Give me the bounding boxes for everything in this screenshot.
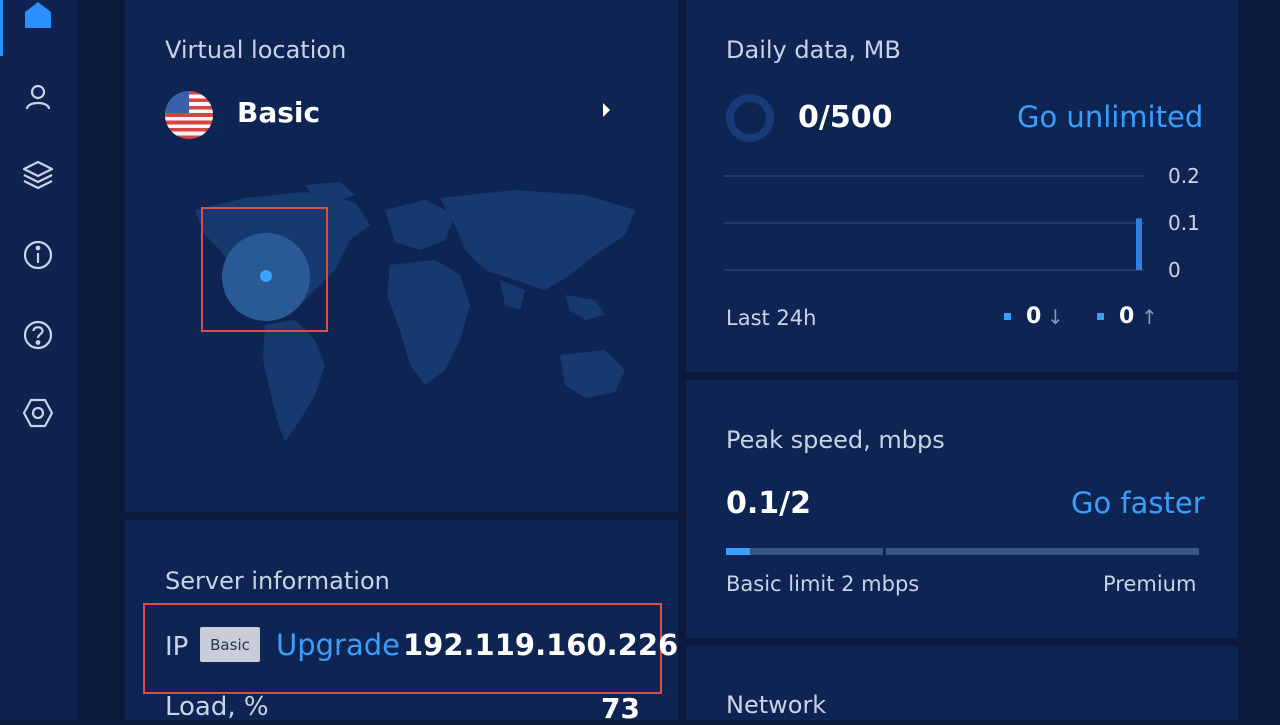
upload-legend-marker bbox=[1097, 313, 1104, 320]
premium-label: Premium bbox=[1103, 572, 1197, 596]
period-label: Last 24h bbox=[726, 306, 817, 330]
data-title: Daily data, MB bbox=[726, 36, 901, 64]
download-legend-marker bbox=[1004, 313, 1011, 320]
daily-data-panel: Daily data, MB 0/500 Go unlimited 0.2 0.1… bbox=[686, 0, 1238, 372]
y-tick-label: 0.1 bbox=[1168, 211, 1200, 235]
go-faster-link[interactable]: Go faster bbox=[1071, 486, 1205, 520]
speed-bar bbox=[726, 548, 1199, 555]
active-indicator bbox=[0, 0, 3, 56]
user-icon[interactable] bbox=[19, 78, 57, 116]
speed-value: 0.1/2 bbox=[726, 486, 811, 521]
load-value: 73 bbox=[601, 692, 640, 725]
data-usage-chart: 0.2 0.1 0 bbox=[724, 164, 1200, 280]
download-value: 0 bbox=[1026, 304, 1042, 329]
upgrade-link[interactable]: Upgrade bbox=[276, 628, 400, 662]
help-icon[interactable] bbox=[19, 316, 57, 354]
load-label: Load, % bbox=[165, 692, 269, 722]
plan-badge: Basic bbox=[200, 627, 260, 662]
virtual-location-panel: Virtual location Basic bbox=[125, 0, 678, 512]
server-title: Server information bbox=[165, 567, 390, 595]
chart-bar bbox=[1136, 218, 1142, 270]
upload-arrow-icon: ↑ bbox=[1141, 305, 1158, 329]
info-icon[interactable] bbox=[19, 236, 57, 274]
download-arrow-icon: ↓ bbox=[1047, 305, 1064, 329]
chevron-right-icon[interactable] bbox=[603, 103, 610, 117]
settings-icon[interactable] bbox=[19, 394, 57, 432]
location-name[interactable]: Basic bbox=[237, 96, 320, 129]
us-flag-icon bbox=[165, 91, 213, 139]
server-information-panel: Server information IP Basic Upgrade 192.… bbox=[125, 520, 679, 725]
speed-bar-fill bbox=[726, 548, 750, 555]
sidebar bbox=[0, 0, 78, 720]
basic-limit-divider bbox=[883, 548, 886, 555]
y-tick-label: 0 bbox=[1168, 258, 1181, 280]
basic-limit-label: Basic limit 2 mbps bbox=[726, 572, 920, 596]
network-title: Network bbox=[726, 691, 827, 719]
layers-icon[interactable] bbox=[19, 156, 57, 194]
speed-title: Peak speed, mbps bbox=[726, 426, 945, 454]
location-title: Virtual location bbox=[165, 36, 347, 64]
home-icon[interactable] bbox=[19, 0, 57, 34]
ip-label: IP bbox=[165, 632, 189, 662]
upload-value: 0 bbox=[1119, 304, 1135, 329]
network-panel: Network bbox=[686, 646, 1238, 720]
data-usage: 0/500 bbox=[798, 100, 893, 135]
location-pin[interactable] bbox=[260, 270, 272, 282]
y-tick-label: 0.2 bbox=[1168, 164, 1200, 188]
go-unlimited-link[interactable]: Go unlimited bbox=[1017, 100, 1203, 134]
ip-address: 192.119.160.226 bbox=[403, 628, 679, 662]
peak-speed-panel: Peak speed, mbps 0.1/2 Go faster Basic l… bbox=[686, 380, 1238, 638]
usage-ring bbox=[726, 94, 774, 142]
